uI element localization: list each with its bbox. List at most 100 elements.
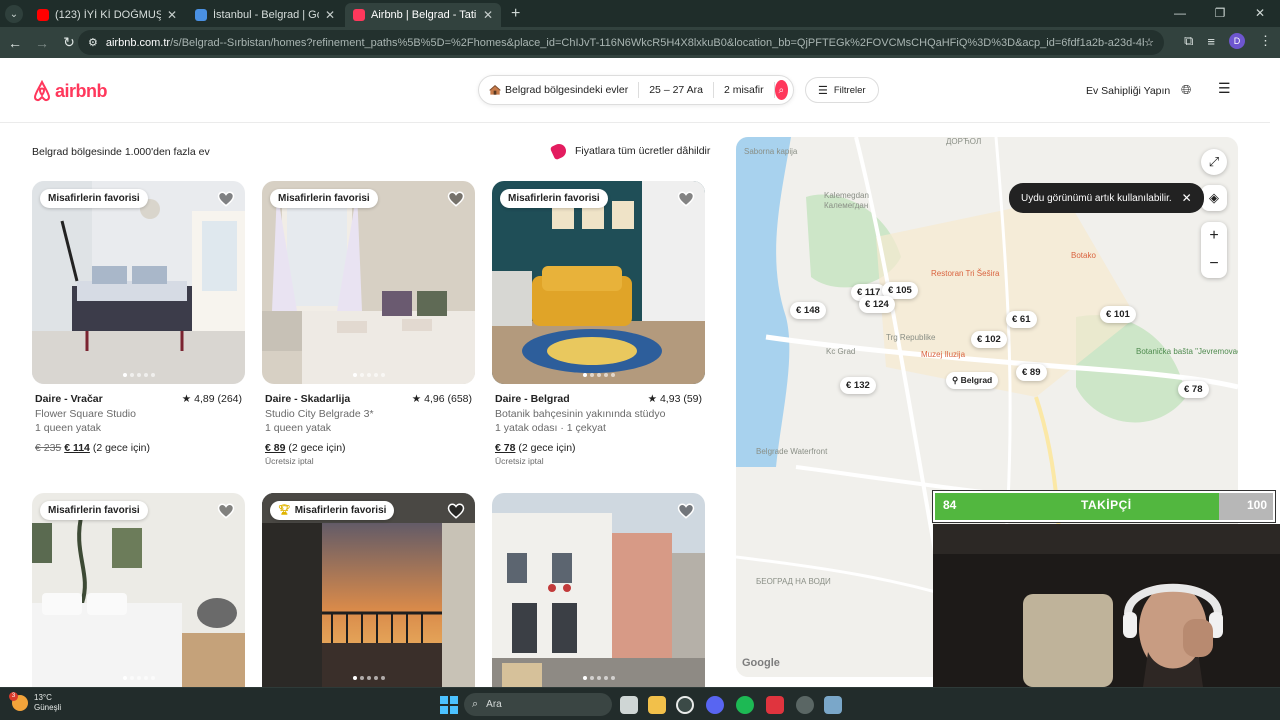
forward-icon[interactable]: → <box>30 35 54 51</box>
filters-label: Filtreler <box>833 84 866 96</box>
listing-card[interactable] <box>492 493 705 687</box>
weather-badge: 3 <box>9 692 18 701</box>
heart-icon[interactable] <box>217 190 235 208</box>
map-label-dorcol: ДОРЋОЛ <box>946 137 982 146</box>
map-price-pin[interactable]: € 132 <box>840 377 876 394</box>
heart-icon[interactable] <box>217 502 235 520</box>
carousel-dots <box>582 373 615 377</box>
map-label-kalemegdan-cyr: Калемегдан <box>824 201 869 210</box>
obs-icon[interactable] <box>796 696 814 714</box>
tab-close-icon[interactable]: ✕ <box>167 8 177 22</box>
tab-close-icon[interactable]: ✕ <box>483 8 493 22</box>
follower-progress-fill <box>935 493 1219 520</box>
globe-icon[interactable]: 🌐︎ <box>1181 82 1191 98</box>
free-cancellation: Ücretsiz iptal <box>265 456 314 466</box>
current-price[interactable]: € 78 <box>495 442 515 454</box>
browser-tab-1[interactable]: (123) İYİ Kİ DOĞMUŞUM KANKA ✕ <box>29 3 185 27</box>
listing-card[interactable]: Misafirlerin favorisi Daire - Vračar ★ 4,… <box>32 181 245 455</box>
task-view-icon[interactable] <box>620 696 638 714</box>
spotify-icon[interactable] <box>736 696 754 714</box>
expand-map-icon[interactable]: ⤢ <box>1201 149 1227 175</box>
search-button[interactable]: ⌕ <box>774 80 788 100</box>
browser-tab-2[interactable]: İstanbul - Belgrad | Google Uçuş ✕ <box>187 3 343 27</box>
current-price[interactable]: € 89 <box>265 442 285 454</box>
map-price-pin[interactable]: € 89 <box>1016 364 1047 381</box>
browser-menu-icon[interactable]: ⋮ <box>1259 33 1272 49</box>
hamburger-menu-icon[interactable]: ☰ <box>1218 80 1231 97</box>
listing-photo[interactable] <box>492 493 705 687</box>
listing-photo[interactable]: 🏆︎ Misafirlerin favorisi <box>262 493 475 687</box>
search-guests[interactable]: 2 misafir <box>714 82 775 98</box>
browser-tab-3[interactable]: Airbnb | Belgrad - Tatil Amaçlı Kiralık … <box>345 3 501 27</box>
heart-icon[interactable] <box>677 190 695 208</box>
bookmark-star-icon[interactable]: ☆ <box>1144 36 1154 49</box>
windows-start-icon[interactable] <box>440 696 458 714</box>
discord-icon[interactable] <box>706 696 724 714</box>
map-price-pin[interactable]: € 61 <box>1006 311 1037 328</box>
listing-info: Daire - Belgrad ★ 4,93 (59) Botanik bahçe… <box>492 384 705 468</box>
become-host-link[interactable]: Ev Sahipliği Yapın <box>1086 85 1170 97</box>
map-label-restoran: Restoran Tri Šešira <box>931 269 1000 278</box>
tab-title: (123) İYİ Kİ DOĞMUŞUM KANKA <box>55 9 161 21</box>
map-price-pin[interactable]: € 102 <box>971 331 1007 348</box>
search-bar[interactable]: Belgrad bölgesindeki evler 25 – 27 Ara 2… <box>478 75 794 105</box>
map-price-pin[interactable]: € 148 <box>790 302 826 319</box>
tab-close-icon[interactable]: ✕ <box>325 8 335 22</box>
browser-toolbar: ← → ↻ ⚙ airbnb.com.tr/s/Belgrad--Sırbist… <box>0 27 1280 58</box>
app-icon[interactable] <box>824 696 842 714</box>
zoom-in-button[interactable]: + <box>1201 222 1227 250</box>
map-layers-icon[interactable]: ◈ <box>1201 185 1227 211</box>
search-location[interactable]: Belgrad bölgesindeki evler <box>505 82 640 98</box>
map-price-pin[interactable]: € 101 <box>1100 306 1136 323</box>
file-explorer-icon[interactable] <box>648 696 666 714</box>
extensions-icon[interactable]: ⧉ <box>1184 33 1193 49</box>
back-icon[interactable]: ← <box>3 35 27 51</box>
restore-icon[interactable]: ❐ <box>1200 0 1240 27</box>
minimize-icon[interactable]: — <box>1160 0 1200 27</box>
chrome-icon[interactable] <box>676 696 694 714</box>
map-label-kc-grad: Kc Grad <box>826 347 856 356</box>
heart-icon[interactable] <box>447 502 465 520</box>
nights: (2 gece için) <box>92 441 151 454</box>
listing-photo[interactable]: Misafirlerin favorisi <box>492 181 705 384</box>
app-icon[interactable] <box>766 696 784 714</box>
map-price-pin[interactable]: € 78 <box>1178 381 1209 398</box>
listing-card[interactable]: 🏆︎ Misafirlerin favorisi <box>262 493 475 687</box>
address-bar[interactable]: ⚙ airbnb.com.tr/s/Belgrad--Sırbistan/hom… <box>78 30 1164 55</box>
weather-widget[interactable]: 3 13°C Güneşli <box>9 692 61 713</box>
search-dates[interactable]: 25 – 27 Ara <box>639 82 714 98</box>
airbnb-logo[interactable]: airbnb <box>32 80 108 102</box>
site-info-icon[interactable]: ⚙ <box>88 36 98 49</box>
map-price-pin[interactable]: € 124 <box>859 296 895 313</box>
carousel-dots <box>352 373 385 377</box>
taskbar-search[interactable]: ⌕ Ara <box>464 693 612 716</box>
listing-rating: ★ 4,96 (658) <box>411 393 472 405</box>
tooltip-close-icon[interactable]: ✕ <box>1182 191 1192 205</box>
price-note-toggle[interactable]: Fiyatlara tüm ücretler dâhildir <box>549 141 710 161</box>
nights: (2 gece için) <box>288 441 346 454</box>
tab-title: İstanbul - Belgrad | Google Uçuş <box>213 9 319 21</box>
toolbar-right: ⧉ ≡ D ⋮ <box>1184 33 1272 49</box>
listing-photo[interactable]: Misafirlerin favorisi <box>32 181 245 384</box>
zoom-out-button[interactable]: − <box>1201 250 1227 278</box>
filters-button[interactable]: ☰ Filtreler <box>805 77 879 103</box>
heart-icon[interactable] <box>677 502 695 520</box>
satellite-tooltip: Uydu görünümü artık kullanılabilir. ✕ <box>1009 183 1204 213</box>
profile-avatar[interactable]: D <box>1229 33 1245 49</box>
listing-card[interactable]: Misafirlerin favorisi Daire - Belgrad ★ 4… <box>492 181 705 468</box>
listing-card[interactable]: Misafirlerin favorisi Daire - Skadarlija… <box>262 181 475 468</box>
tab-search-icon[interactable]: ⌄ <box>5 5 23 23</box>
listing-photo[interactable]: Misafirlerin favorisi <box>32 493 245 687</box>
listing-card[interactable]: Misafirlerin favorisi <box>32 493 245 687</box>
close-window-icon[interactable]: ✕ <box>1240 0 1280 27</box>
listing-photo[interactable]: Misafirlerin favorisi <box>262 181 475 384</box>
carousel-dots <box>122 676 155 680</box>
new-tab-icon[interactable]: + <box>511 5 520 23</box>
follower-count: 84 <box>943 498 957 512</box>
media-icon[interactable]: ≡ <box>1207 34 1215 49</box>
map-label-trg: Trg Republike <box>886 333 936 342</box>
listing-beds: 1 yatak odası · 1 çekyat <box>495 422 606 434</box>
bedroom-photo <box>32 181 245 384</box>
heart-icon[interactable] <box>447 190 465 208</box>
current-price[interactable]: € 114 <box>64 442 90 454</box>
